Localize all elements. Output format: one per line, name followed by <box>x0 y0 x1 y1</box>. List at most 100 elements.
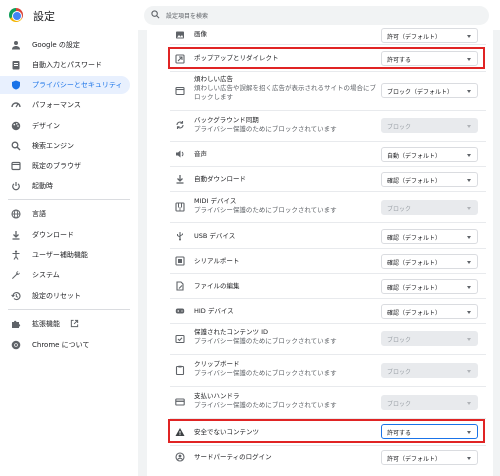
setting-title: ファイルの編集 <box>194 282 240 290</box>
setting-row-file-editing[interactable]: ファイルの編集 確認（デフォルト） <box>170 277 486 295</box>
sound-select[interactable]: 自動（デフォルト） <box>381 147 478 162</box>
sidebar-item-about-chrome[interactable]: Chrome について <box>0 336 130 354</box>
chevron-down-icon <box>467 338 471 341</box>
setting-row-intrusive-ads[interactable]: 煩わしい広告 煩わしい広告や誤解を招く広告が表示されるサイトの場合にブロックします… <box>170 74 486 108</box>
accessibility-icon <box>12 250 20 260</box>
sidebar-item-label: Chrome について <box>32 341 90 349</box>
search-icon <box>11 141 21 151</box>
setting-title: 支払いハンドラ プライバシー保護のためにブロックされています <box>194 392 337 409</box>
search-input[interactable]: 設定項目を検索 <box>144 6 489 25</box>
sidebar-item-performance[interactable]: パフォーマンス <box>0 96 130 114</box>
setting-row-hid-devices[interactable]: HID デバイス 確認（デフォルト） <box>170 302 486 320</box>
sidebar-item-on-startup[interactable]: 起動時 <box>0 177 130 195</box>
clipboard-icon <box>12 61 20 70</box>
chevron-down-icon <box>467 236 471 239</box>
protected-content-select: ブロック <box>381 331 478 346</box>
images-select[interactable]: 許可（デフォルト） <box>381 28 478 43</box>
setting-row-serial-ports[interactable]: シリアルポート 確認（デフォルト） <box>170 252 486 270</box>
row-divider <box>170 166 486 167</box>
globe-icon <box>11 209 21 219</box>
search-placeholder: 設定項目を検索 <box>166 13 209 20</box>
highlight-box-insecure-content <box>168 419 485 443</box>
sidebar-item-downloads[interactable]: ダウンロード <box>0 226 130 244</box>
sidebar-item-label: パフォーマンス <box>32 101 81 109</box>
setting-subtitle: プライバシー保護のためにブロックされています <box>194 125 337 133</box>
row-divider <box>170 191 486 192</box>
sidebar-item-privacy-security[interactable]: プライバシーとセキュリティ <box>0 76 130 94</box>
setting-title: 音声 <box>194 150 207 158</box>
chrome-icon <box>11 340 21 350</box>
background-sync-select: ブロック <box>381 118 478 133</box>
sidebar-item-label: 拡張機能 <box>32 320 60 328</box>
clipboard-select: ブロック <box>381 363 478 378</box>
setting-title: 自動ダウンロード <box>194 175 246 183</box>
speedometer-icon <box>11 102 21 108</box>
person-icon <box>12 41 20 50</box>
chevron-down-icon <box>467 457 471 460</box>
sidebar-item-label: ダウンロード <box>32 231 74 239</box>
sidebar-item-label: ユーザー補助機能 <box>32 251 88 259</box>
setting-row-third-party-sign-in[interactable]: サードパーティのログイン 許可（デフォルト） <box>170 448 486 466</box>
setting-title: 保護されたコンテンツ ID プライバシー保護のためにブロックされています <box>194 328 337 345</box>
setting-row-usb-devices[interactable]: USB デバイス 確認（デフォルト） <box>170 227 486 245</box>
sync-icon <box>176 121 184 129</box>
serial-ports-select[interactable]: 確認（デフォルト） <box>381 254 478 269</box>
file-editing-select[interactable]: 確認（デフォルト） <box>381 279 478 294</box>
volume-icon <box>176 150 184 158</box>
sidebar-item-default-browser[interactable]: 既定のブラウザ <box>0 157 130 175</box>
sidebar-item-appearance[interactable]: デザイン <box>0 117 130 135</box>
intrusive-ads-select[interactable]: ブロック（デフォルト） <box>381 83 478 98</box>
sidebar-item-reset-settings[interactable]: 設定のリセット <box>0 287 130 305</box>
third-party-sign-in-select[interactable]: 許可（デフォルト） <box>381 450 478 465</box>
chevron-down-icon <box>467 370 471 373</box>
row-divider <box>170 298 486 299</box>
gamepad-icon <box>175 308 185 314</box>
sidebar-item-accessibility[interactable]: ユーザー補助機能 <box>0 246 130 264</box>
sidebar-item-google-settings[interactable]: Google の設定 <box>0 36 130 54</box>
chevron-down-icon <box>467 35 471 38</box>
setting-title: クリップボード プライバシー保護のためにブロックされています <box>194 360 337 377</box>
row-divider <box>170 141 486 142</box>
row-divider <box>170 273 486 274</box>
sidebar-item-label: 自動入力とパスワード <box>32 61 102 69</box>
setting-title: バックグラウンド同期 プライバシー保護のためにブロックされています <box>194 116 337 133</box>
setting-row-auto-downloads[interactable]: 自動ダウンロード 確認（デフォルト） <box>170 170 486 188</box>
sidebar-divider <box>8 309 130 310</box>
setting-subtitle: プライバシー保護のためにブロックされています <box>194 369 337 377</box>
setting-row-images[interactable]: 画像 許可（デフォルト） <box>170 27 486 43</box>
setting-row-sound[interactable]: 音声 自動（デフォルト） <box>170 145 486 163</box>
setting-subtitle: 煩わしい広告や誤解を招く広告が表示されるサイトの場合にブロックします <box>194 84 376 101</box>
payment-handlers-select: ブロック <box>381 395 478 410</box>
row-divider <box>170 354 486 355</box>
sidebar-divider <box>8 199 130 200</box>
setting-subtitle: プライバシー保護のためにブロックされています <box>194 401 337 409</box>
chevron-down-icon <box>467 154 471 157</box>
chevron-down-icon <box>467 402 471 405</box>
setting-subtitle: プライバシー保護のためにブロックされています <box>194 337 337 345</box>
power-icon <box>12 182 20 191</box>
setting-row-clipboard: クリップボード プライバシー保護のためにブロックされています ブロック <box>170 357 486 383</box>
download-icon <box>12 231 20 240</box>
row-divider <box>170 222 486 223</box>
chevron-down-icon <box>467 125 471 128</box>
sidebar-item-languages[interactable]: 言語 <box>0 205 130 223</box>
chevron-down-icon <box>467 90 471 93</box>
setting-row-protected-content: 保護されたコンテンツ ID プライバシー保護のためにブロックされています ブロック <box>170 325 486 351</box>
sidebar-item-system[interactable]: システム <box>0 266 130 284</box>
usb-select[interactable]: 確認（デフォルト） <box>381 229 478 244</box>
protected-content-icon <box>175 334 185 344</box>
top-bar: 設定 設定項目を検索 <box>0 0 500 30</box>
download-icon <box>176 175 184 184</box>
ad-icon <box>175 86 185 96</box>
setting-title: シリアルポート <box>194 257 240 265</box>
sidebar-item-autofill[interactable]: 自動入力とパスワード <box>0 56 130 74</box>
hid-select[interactable]: 確認（デフォルト） <box>381 304 478 319</box>
auto-downloads-select[interactable]: 確認（デフォルト） <box>381 172 478 187</box>
highlight-box-popups <box>168 47 485 69</box>
chevron-down-icon <box>467 311 471 314</box>
sidebar-item-extensions[interactable]: 拡張機能 <box>0 315 130 333</box>
chevron-down-icon <box>467 261 471 264</box>
sidebar-item-label: 設定のリセット <box>32 292 81 300</box>
sidebar-item-search-engine[interactable]: 検索エンジン <box>0 137 130 155</box>
row-divider <box>170 71 486 72</box>
